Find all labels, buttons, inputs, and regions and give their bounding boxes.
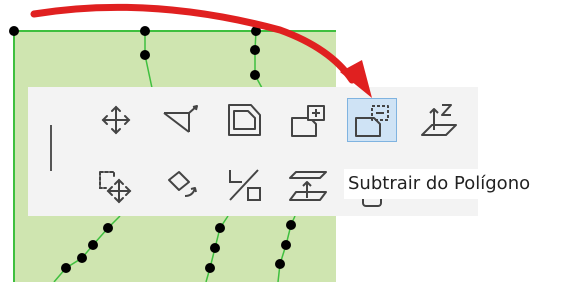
- offset-elevation-tool-button[interactable]: [283, 163, 333, 207]
- tilt-tool-button[interactable]: [156, 98, 206, 142]
- vertex[interactable]: [281, 240, 291, 250]
- vertex[interactable]: [250, 45, 260, 55]
- tool-tooltip: Subtrair do Polígono: [344, 169, 535, 199]
- offset-elevation-icon: [289, 171, 327, 201]
- vertex[interactable]: [251, 26, 261, 36]
- move-arrows-icon: [101, 105, 131, 135]
- vertex[interactable]: [205, 263, 215, 273]
- tilt-plane-icon: [163, 105, 198, 133]
- elevate-tool-button[interactable]: [413, 98, 463, 142]
- drag-copy-icon: [99, 171, 132, 204]
- add-to-polygon-icon: [291, 105, 325, 137]
- vertex[interactable]: [286, 220, 296, 230]
- vertex[interactable]: [61, 263, 71, 273]
- elevate-z-icon: [421, 104, 457, 136]
- subtract-from-polygon-icon: [355, 105, 389, 137]
- move-tool-button[interactable]: [91, 98, 141, 142]
- rotate-icon: [168, 171, 197, 197]
- add-to-polygon-button[interactable]: [283, 98, 333, 142]
- palette-grip[interactable]: [50, 125, 52, 171]
- vertex[interactable]: [140, 50, 150, 60]
- vertex[interactable]: [275, 259, 285, 269]
- vertex[interactable]: [250, 70, 260, 80]
- vertex[interactable]: [140, 26, 150, 36]
- drag-copy-tool-button[interactable]: [91, 163, 141, 207]
- subtract-from-polygon-button[interactable]: [347, 98, 397, 142]
- vertex[interactable]: [215, 223, 225, 233]
- offset-edges-icon: [228, 104, 261, 136]
- resize-icon: [229, 169, 261, 201]
- rotate-tool-button[interactable]: [156, 163, 206, 207]
- offset-tool-button[interactable]: [219, 98, 269, 142]
- vertex[interactable]: [9, 26, 19, 36]
- resize-tool-button[interactable]: [219, 163, 269, 207]
- vertex[interactable]: [103, 223, 113, 233]
- vertex[interactable]: [88, 240, 98, 250]
- vertex[interactable]: [210, 243, 220, 253]
- vertex[interactable]: [77, 253, 87, 263]
